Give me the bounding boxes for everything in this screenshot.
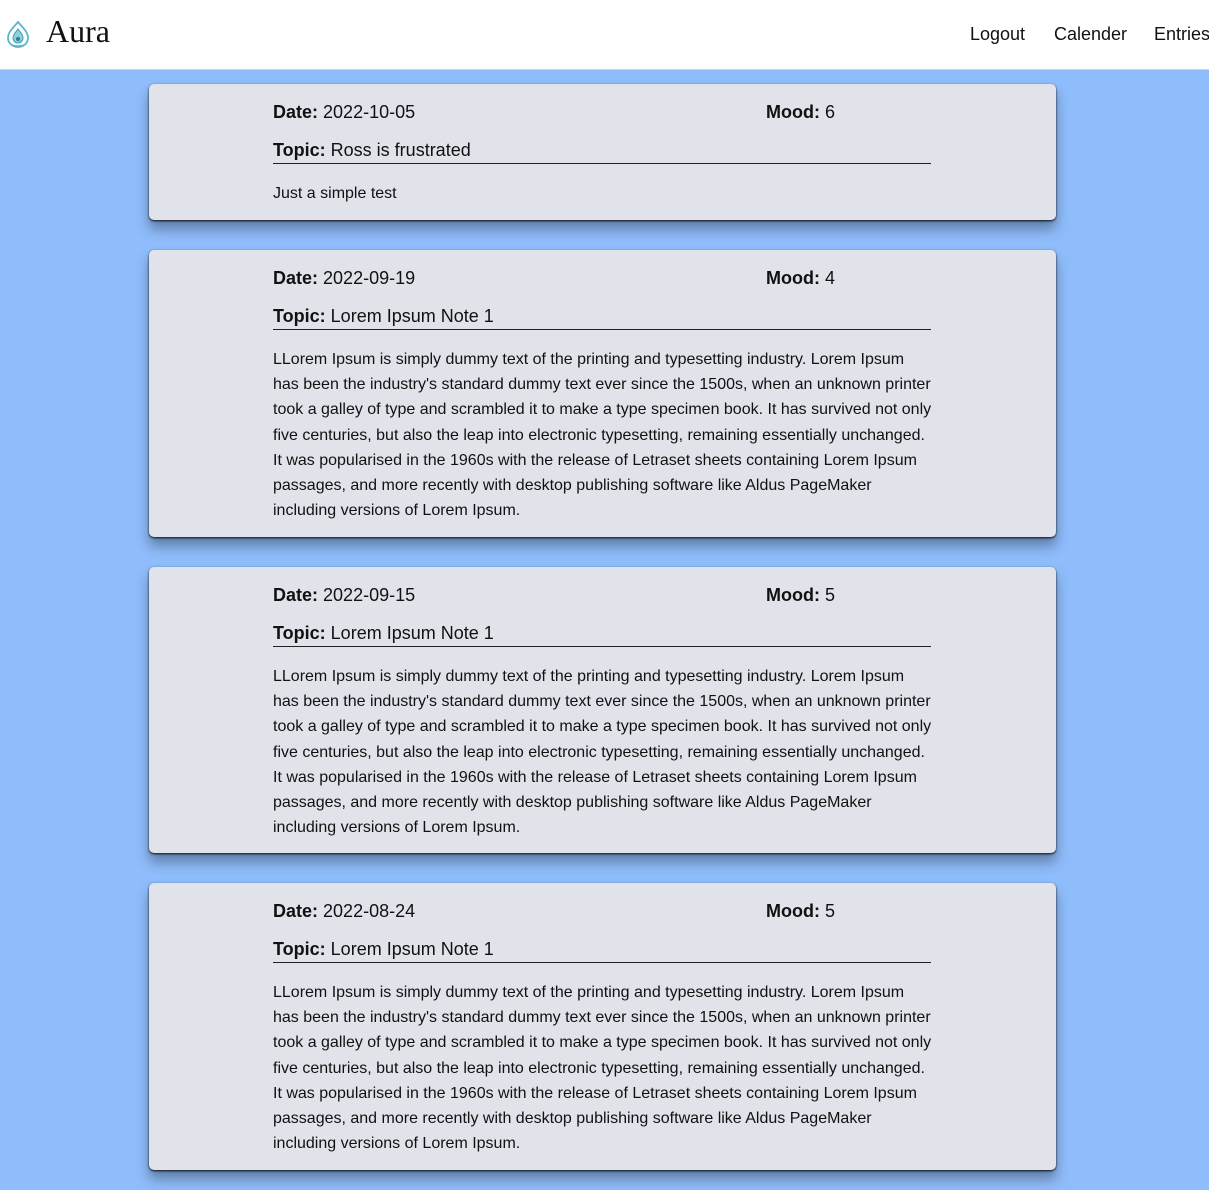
topic-value: Lorem Ipsum Note 1 xyxy=(330,623,494,643)
mood-value: 6 xyxy=(825,102,836,122)
mood-label: Mood: xyxy=(766,268,820,288)
entry-mood: Mood: 5 xyxy=(766,584,835,606)
mood-value: 4 xyxy=(825,268,836,288)
mood-label: Mood: xyxy=(766,102,820,122)
topic-label: Topic: xyxy=(273,306,326,326)
entry-date: Date: 2022-08-24 xyxy=(273,900,415,922)
entry-body: LLorem Ipsum is simply dummy text of the… xyxy=(273,668,932,837)
date-label: Date: xyxy=(273,901,319,921)
brand-title[interactable]: Aura xyxy=(46,12,110,50)
date-label: Date: xyxy=(273,585,319,605)
entries-list: Date: 2022-10-05 Mood: 6 Topic: Ross is … xyxy=(0,70,1209,1190)
entry-date: Date: 2022-10-05 xyxy=(273,101,415,123)
entry-date: Date: 2022-09-19 xyxy=(273,267,415,289)
entry-date: Date: 2022-09-15 xyxy=(273,584,415,606)
topic-value: Lorem Ipsum Note 1 xyxy=(330,939,494,959)
topic-label: Topic: xyxy=(273,939,326,959)
entry-card[interactable]: Date: 2022-08-24 Mood: 5 Topic: Lorem Ip… xyxy=(149,883,1056,1170)
entry-mood: Mood: 6 xyxy=(766,101,835,123)
entry-topic: Topic: Lorem Ipsum Note 1 xyxy=(273,938,931,963)
nav-logout-link[interactable]: Logout xyxy=(970,23,1025,45)
topic-label: Topic: xyxy=(273,140,326,160)
entry-body: Just a simple test xyxy=(273,185,397,202)
date-value: 2022-10-05 xyxy=(323,102,416,122)
entry-mood: Mood: 4 xyxy=(766,267,835,289)
nav-calender-link[interactable]: Calender xyxy=(1054,23,1127,45)
entry-topic: Topic: Lorem Ipsum Note 1 xyxy=(273,305,931,330)
aura-logo-icon[interactable] xyxy=(5,20,31,48)
entry-card[interactable]: Date: 2022-10-05 Mood: 6 Topic: Ross is … xyxy=(149,84,1056,220)
entry-topic: Topic: Ross is frustrated xyxy=(273,139,931,164)
date-value: 2022-09-19 xyxy=(323,268,416,288)
entry-topic: Topic: Lorem Ipsum Note 1 xyxy=(273,622,931,647)
nav-entries-link[interactable]: Entries xyxy=(1154,23,1209,45)
date-value: 2022-09-15 xyxy=(323,585,416,605)
topic-value: Lorem Ipsum Note 1 xyxy=(330,306,494,326)
mood-value: 5 xyxy=(825,585,836,605)
date-value: 2022-08-24 xyxy=(323,901,416,921)
topic-value: Ross is frustrated xyxy=(330,140,471,160)
mood-label: Mood: xyxy=(766,585,820,605)
date-label: Date: xyxy=(273,268,319,288)
entry-mood: Mood: 5 xyxy=(766,900,835,922)
mood-value: 5 xyxy=(825,901,836,921)
entry-card[interactable]: Date: 2022-09-15 Mood: 5 Topic: Lorem Ip… xyxy=(149,567,1056,853)
entry-card[interactable]: Date: 2022-09-19 Mood: 4 Topic: Lorem Ip… xyxy=(149,250,1056,537)
top-navbar: Aura Logout Calender Entries xyxy=(0,0,1209,70)
entry-body: LLorem Ipsum is simply dummy text of the… xyxy=(273,984,932,1153)
mood-label: Mood: xyxy=(766,901,820,921)
entry-body: LLorem Ipsum is simply dummy text of the… xyxy=(273,351,932,520)
topic-label: Topic: xyxy=(273,623,326,643)
date-label: Date: xyxy=(273,102,319,122)
